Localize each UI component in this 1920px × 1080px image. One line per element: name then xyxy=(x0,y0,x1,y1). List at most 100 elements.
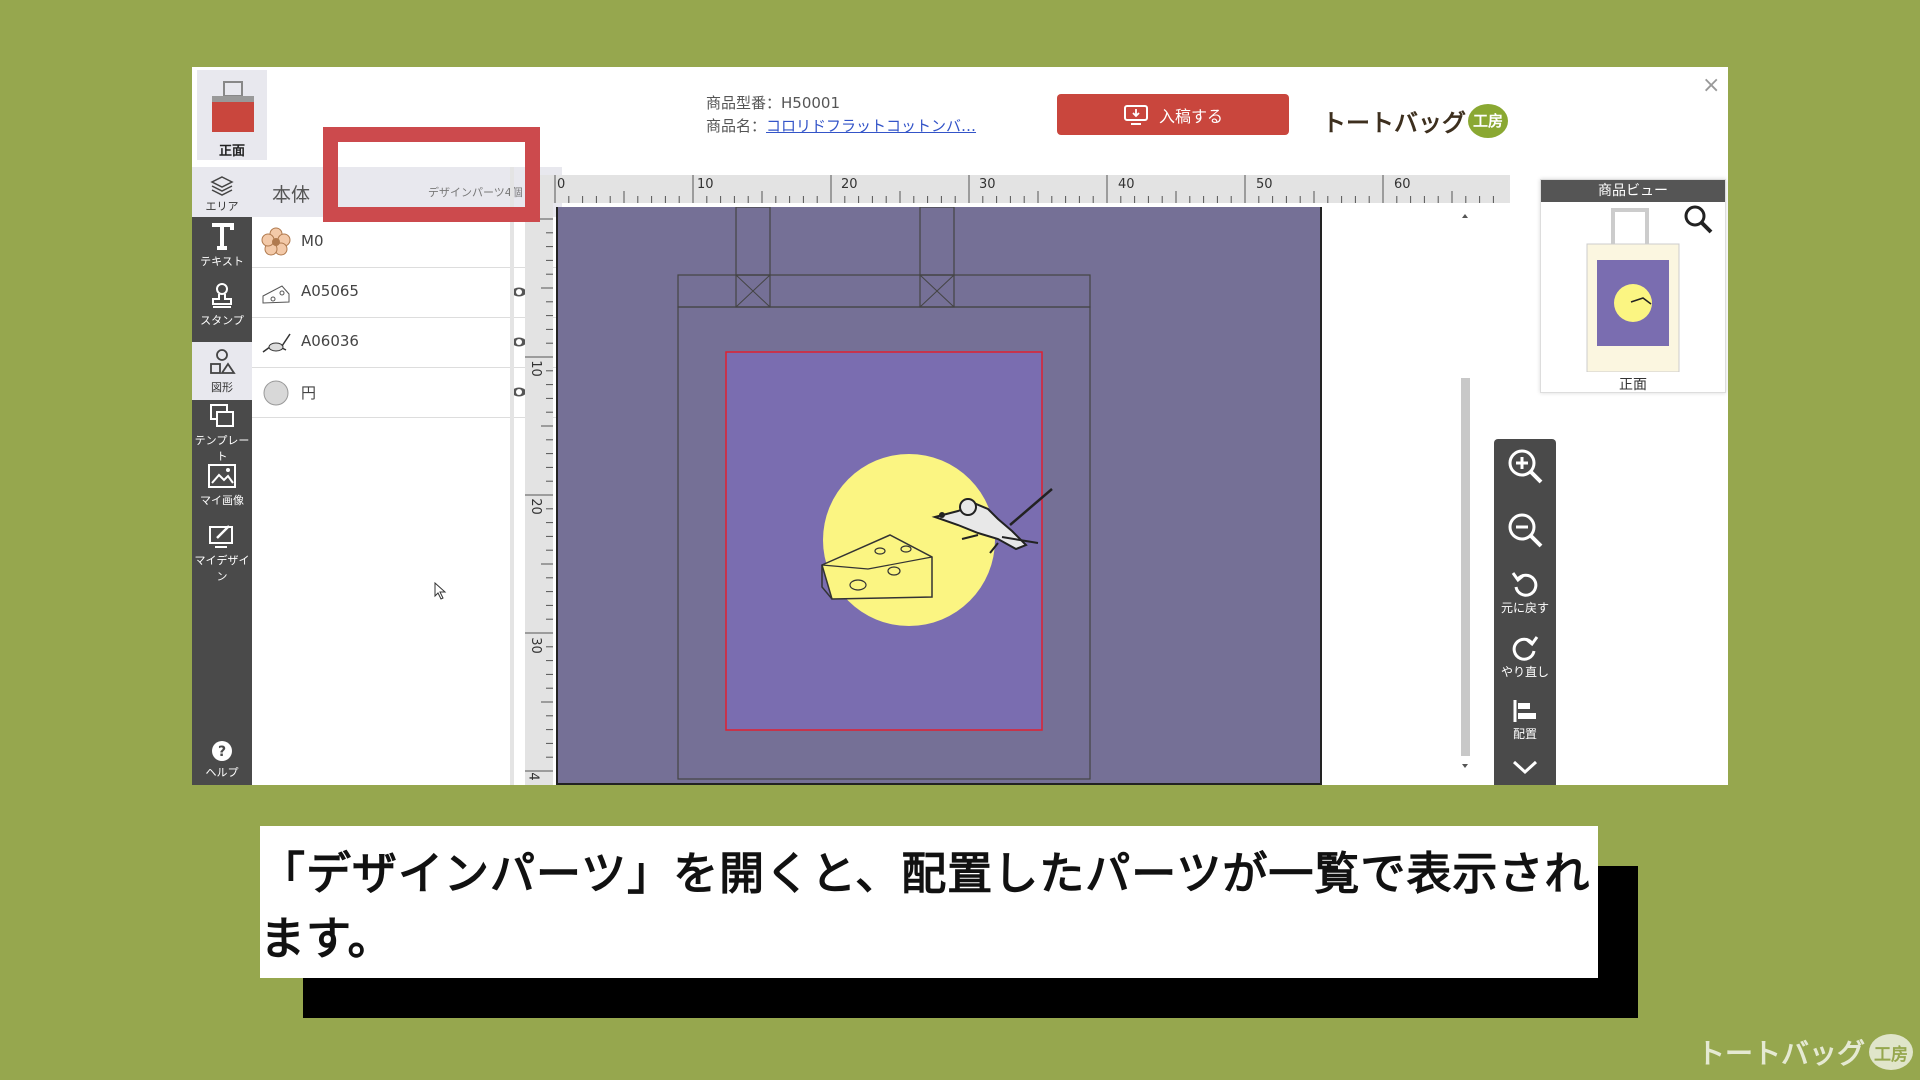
svg-text:?: ? xyxy=(218,744,226,760)
panel-divider[interactable] xyxy=(510,167,514,785)
mouse-thumb-icon xyxy=(262,333,291,353)
tool-my-image-label: マイ画像 xyxy=(200,494,244,507)
tool-stamp[interactable]: スタンプ xyxy=(192,282,252,328)
cheese-thumb-icon xyxy=(262,285,290,304)
ruler-left-ticks xyxy=(525,218,553,772)
flower-thumb-icon xyxy=(261,227,291,256)
product-view-panel: 商品ビュー 正面 xyxy=(1540,179,1726,393)
more-button[interactable] xyxy=(1494,757,1556,777)
template-icon xyxy=(210,404,234,427)
tool-shapes[interactable]: 図形 xyxy=(192,342,252,400)
ruler-left: 10 20 30 4 xyxy=(525,203,553,785)
canvas-scrollbar[interactable] xyxy=(1458,210,1472,773)
highlight-box xyxy=(323,127,540,222)
footer-brand-badge: 工房 xyxy=(1869,1034,1914,1070)
chevron-down-icon xyxy=(1512,760,1538,775)
bag-front-icon xyxy=(212,81,254,132)
caption-box: 「デザインパーツ」を開くと、配置したパーツが一覧で表示されます。 xyxy=(260,826,1598,978)
layer-row[interactable]: M0 xyxy=(252,218,562,268)
ruler-left-label: 20 xyxy=(527,498,543,515)
product-view-title: 商品ビュー xyxy=(1541,180,1725,202)
zoom-out-button[interactable] xyxy=(1494,511,1556,549)
help-label: ヘルプ xyxy=(205,766,239,779)
layer-name: 円 xyxy=(301,384,317,402)
layer-name: A06036 xyxy=(301,332,359,350)
tool-my-design-label: マイデザイン xyxy=(194,554,250,583)
circle-thumb-icon xyxy=(263,380,289,406)
ruler-left-label: 10 xyxy=(527,360,543,377)
ruler-top-label: 10 xyxy=(697,177,714,192)
tool-stamp-label: スタンプ xyxy=(200,314,244,327)
submit-label: 入稿する xyxy=(1158,106,1223,126)
footer-brand-logo: トートバッグ 工房 xyxy=(1697,1032,1914,1072)
redo-label: やり直し xyxy=(1500,665,1549,679)
tote-bag-outline xyxy=(677,206,1091,780)
brand-badge: 工房 xyxy=(1468,103,1508,138)
ruler-top-label: 30 xyxy=(979,177,996,192)
tool-template-label: テンプレート xyxy=(194,434,250,463)
help-icon: ? xyxy=(212,741,232,761)
submit-button[interactable]: 入稿する xyxy=(1057,94,1289,135)
ruler-top-label: 60 xyxy=(1394,177,1411,192)
tool-shapes-label: 図形 xyxy=(211,381,233,394)
undo-icon xyxy=(1511,572,1538,597)
face-tab-label: 正面 xyxy=(218,144,245,159)
product-code-label: 商品型番： xyxy=(706,94,782,112)
monitor-icon xyxy=(1123,104,1148,125)
align-button[interactable]: 配置 xyxy=(1494,697,1556,742)
align-label: 配置 xyxy=(1512,727,1537,741)
footer-brand-name: トートバッグ xyxy=(1697,1037,1866,1070)
ruler-top-label: 0 xyxy=(557,177,566,192)
layers-icon xyxy=(210,176,234,196)
product-code: H50001 xyxy=(781,94,841,112)
brand-name: トートバッグ xyxy=(1322,109,1466,137)
layer-row[interactable]: A05065 xyxy=(252,268,562,318)
text-icon xyxy=(212,223,234,250)
layer-row[interactable]: 円 xyxy=(252,368,562,418)
close-button[interactable]: × xyxy=(1702,73,1720,98)
ruler-top-label: 40 xyxy=(1118,177,1135,192)
search-icon[interactable] xyxy=(1683,204,1713,234)
shapes-icon xyxy=(210,349,236,374)
product-info: 商品型番：H50001 商品名：コロリドフラットコットンバ… xyxy=(706,92,976,138)
caption-text: 「デザインパーツ」を開くと、配置したパーツが一覧で表示されます。 xyxy=(260,847,1591,965)
ruler-top-label: 50 xyxy=(1256,177,1273,192)
tool-text-label: テキスト xyxy=(200,255,244,268)
product-name-link[interactable]: コロリドフラットコットンバ… xyxy=(766,117,976,135)
redo-icon xyxy=(1512,636,1539,661)
ruler-top: 0 10 20 30 40 50 60 xyxy=(525,175,1510,203)
redo-button[interactable]: やり直し xyxy=(1494,633,1556,680)
ruler-top-label: 20 xyxy=(841,177,858,192)
area-tab-label: エリア xyxy=(205,200,239,213)
tool-text[interactable]: テキスト xyxy=(192,221,252,269)
undo-label: 元に戻す xyxy=(1500,601,1549,615)
area-tab[interactable]: エリア xyxy=(192,167,252,217)
mouse-cursor-icon xyxy=(434,582,447,600)
face-tab-front[interactable]: 正面 xyxy=(197,70,267,160)
stamp-icon xyxy=(212,283,232,308)
align-left-icon xyxy=(1513,700,1536,722)
tool-template[interactable]: テンプレート xyxy=(192,402,252,464)
zoom-panel: 元に戻す やり直し 配置 xyxy=(1494,439,1556,785)
ruler-left-label: 30 xyxy=(527,637,543,654)
zoom-out-icon xyxy=(1508,513,1543,548)
undo-button[interactable]: 元に戻す xyxy=(1494,569,1556,616)
design-canvas[interactable] xyxy=(556,206,1322,785)
moon-circle[interactable] xyxy=(823,454,995,626)
brand-logo: トートバッグ 工房 xyxy=(1322,103,1508,138)
my-design-icon xyxy=(209,525,233,548)
tool-my-image[interactable]: マイ画像 xyxy=(192,462,252,508)
product-view-face-label: 正面 xyxy=(1619,377,1647,393)
zoom-in-icon xyxy=(1508,449,1543,484)
zoom-in-button[interactable] xyxy=(1494,447,1556,485)
product-name-label: 商品名： xyxy=(706,117,767,135)
layer-name: A05065 xyxy=(301,282,359,300)
help-button[interactable]: ? ヘルプ xyxy=(192,740,252,780)
image-icon xyxy=(208,464,236,488)
layer-name: M0 xyxy=(301,232,324,250)
ruler-top-ticks xyxy=(554,175,1494,203)
panel-title: 本体 xyxy=(272,184,311,206)
layer-row[interactable]: A06036 xyxy=(252,318,562,368)
ruler-left-label: 4 xyxy=(525,772,541,781)
tool-my-design[interactable]: マイデザイン xyxy=(192,522,252,584)
